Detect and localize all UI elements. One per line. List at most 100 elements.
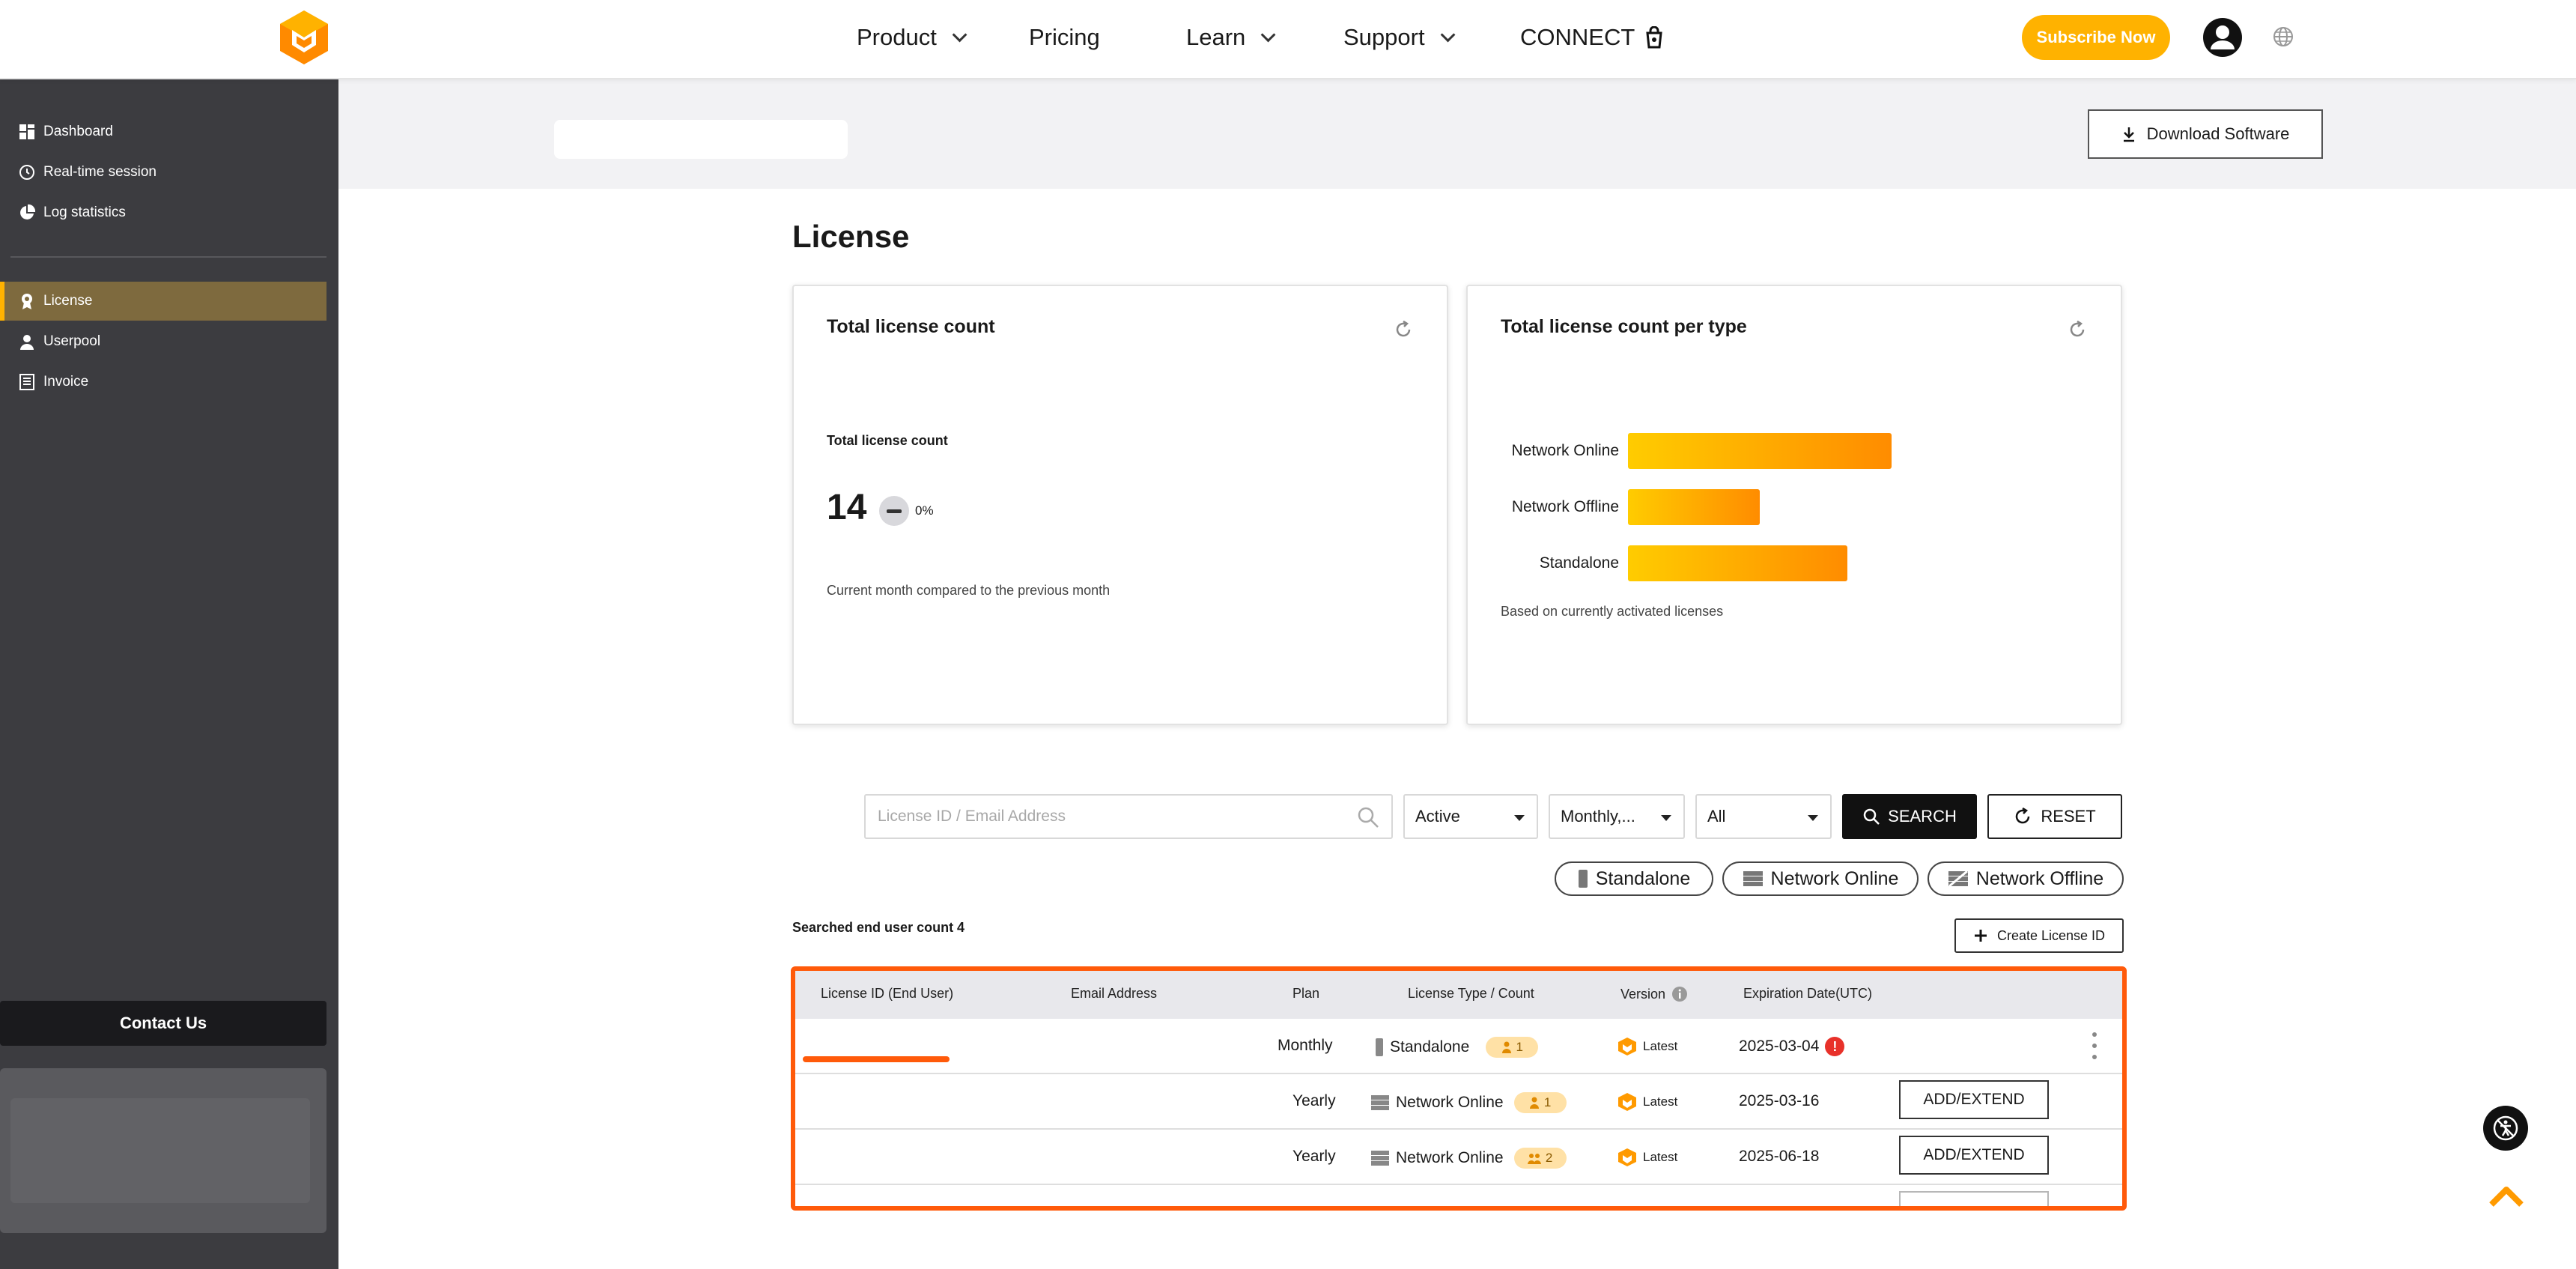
invoice-icon bbox=[19, 374, 34, 390]
cell-expiration: 2025-03-04 ! bbox=[1739, 1037, 1845, 1056]
total-license-label: Total license count bbox=[827, 433, 948, 448]
single-user-icon bbox=[1529, 1097, 1539, 1109]
cell-license-type: Standalone 1 bbox=[1375, 1037, 1539, 1058]
column-email[interactable]: Email Address bbox=[1071, 986, 1157, 1002]
sidebar-item-invoice[interactable]: Invoice bbox=[0, 363, 326, 402]
license-icon bbox=[22, 294, 32, 309]
create-license-button[interactable]: Create License ID bbox=[1954, 918, 2124, 953]
scroll-to-top-button[interactable] bbox=[2480, 1170, 2533, 1223]
add-extend-button[interactable]: ADD/EXTEND bbox=[1899, 1136, 2049, 1175]
add-extend-button-clipped bbox=[1899, 1191, 2049, 1206]
caret-down-icon bbox=[1808, 815, 1818, 821]
sidebar-item-dashboard[interactable]: Dashboard bbox=[0, 112, 326, 151]
refresh-icon[interactable] bbox=[1393, 319, 1414, 340]
search-icon[interactable] bbox=[1357, 806, 1379, 829]
column-license-type[interactable]: License Type / Count bbox=[1408, 986, 1534, 1002]
card-title: Total license count bbox=[827, 316, 995, 337]
more-options-icon[interactable] bbox=[2091, 1032, 2098, 1059]
redacted-license-id bbox=[803, 1056, 950, 1062]
add-extend-button[interactable]: ADD/EXTEND bbox=[1899, 1080, 2049, 1119]
reset-button[interactable]: RESET bbox=[1987, 794, 2122, 839]
reset-icon bbox=[2016, 808, 2030, 824]
result-count: Searched end user count 4 bbox=[792, 920, 965, 935]
plus-icon bbox=[1974, 930, 1987, 942]
server-icon bbox=[1371, 1095, 1389, 1110]
plan-select[interactable]: Monthly,... bbox=[1549, 794, 1685, 839]
table-header: License ID (End User) Email Address Plan… bbox=[795, 971, 2122, 1019]
bar-row: Standalone bbox=[1501, 545, 1847, 581]
chevron-up-icon bbox=[2489, 1187, 2524, 1207]
sidebar-promo-inner bbox=[10, 1098, 310, 1203]
total-license-card: Total license count Total license count … bbox=[792, 285, 1448, 725]
change-percent: 0% bbox=[915, 503, 934, 518]
server-icon bbox=[1743, 871, 1763, 886]
chip-standalone[interactable]: Standalone bbox=[1555, 861, 1713, 896]
column-expiration[interactable]: Expiration Date(UTC) bbox=[1743, 986, 1872, 1002]
page-title: License bbox=[792, 219, 910, 254]
sidebar-item-log-statistics[interactable]: Log statistics bbox=[0, 193, 326, 232]
globe-icon[interactable] bbox=[2272, 25, 2294, 48]
comparison-note: Current month compared to the previous m… bbox=[827, 583, 1111, 598]
pie-chart-icon bbox=[20, 204, 36, 219]
no-change-icon bbox=[879, 496, 909, 526]
table-row[interactable]: Yearly Network Online 2 Latest 2025-06-1… bbox=[795, 1130, 2122, 1185]
bar-label: Standalone bbox=[1539, 554, 1619, 572]
nav-learn[interactable]: Learn bbox=[1186, 22, 1276, 52]
nav-connect[interactable]: CONNECT bbox=[1520, 22, 1665, 52]
bar-label: Network Offline bbox=[1511, 498, 1619, 515]
seat-count-badge: 2 bbox=[1513, 1148, 1567, 1169]
standalone-icon bbox=[1578, 870, 1588, 888]
chevron-down-icon bbox=[1440, 27, 1456, 43]
column-version[interactable]: Version bbox=[1620, 986, 1688, 1002]
cell-plan: Monthly bbox=[1278, 1037, 1333, 1054]
status-select[interactable]: Active bbox=[1403, 794, 1538, 839]
accessibility-icon bbox=[2493, 1115, 2518, 1141]
download-software-button[interactable]: Download Software bbox=[2088, 109, 2323, 159]
sidebar-item-license[interactable]: License bbox=[0, 282, 326, 321]
type-select[interactable]: All bbox=[1695, 794, 1832, 839]
info-icon[interactable] bbox=[1671, 986, 1688, 1002]
accessibility-button[interactable] bbox=[2483, 1106, 2528, 1151]
sidebar-item-real-time-session[interactable]: Real-time session bbox=[0, 153, 326, 192]
license-search-input[interactable]: License ID / Email Address bbox=[864, 794, 1393, 839]
expiring-alert-icon: ! bbox=[1825, 1037, 1845, 1056]
nav-support[interactable]: Support bbox=[1343, 22, 1456, 52]
single-user-icon bbox=[1501, 1041, 1511, 1053]
cell-plan: Yearly bbox=[1292, 1148, 1336, 1165]
search-button[interactable]: SEARCH bbox=[1842, 794, 1977, 839]
clock-icon bbox=[19, 165, 34, 180]
bar-mark[interactable] bbox=[1628, 433, 1892, 469]
table-row-clipped bbox=[795, 1185, 2122, 1206]
dashboard-icon bbox=[19, 124, 34, 139]
search-icon bbox=[1863, 808, 1880, 825]
shopping-bag-icon bbox=[1646, 26, 1662, 49]
column-plan[interactable]: Plan bbox=[1292, 986, 1319, 1002]
multi-user-icon bbox=[1527, 1154, 1541, 1164]
brand-logo-icon[interactable] bbox=[274, 7, 334, 67]
brand-cube-icon bbox=[1618, 1093, 1636, 1111]
seat-count-badge: 1 bbox=[1486, 1037, 1539, 1058]
chip-network-offline[interactable]: Network Offline bbox=[1928, 861, 2124, 896]
nav-product[interactable]: Product bbox=[857, 22, 967, 52]
sidebar-item-userpool[interactable]: Userpool bbox=[0, 322, 326, 361]
bar-mark[interactable] bbox=[1628, 489, 1760, 525]
top-navigation: Product Pricing Learn Support CONNECT Su… bbox=[0, 0, 2576, 79]
total-license-value: 14 bbox=[827, 488, 867, 527]
nav-pricing[interactable]: Pricing bbox=[1029, 22, 1100, 52]
cell-license-type: Network Online 2 bbox=[1370, 1148, 1567, 1169]
refresh-icon[interactable] bbox=[2067, 319, 2088, 340]
standalone-icon bbox=[1376, 1038, 1383, 1056]
cell-version: Latest bbox=[1617, 1037, 1677, 1056]
bar-row: Network Online bbox=[1501, 433, 1892, 469]
subscribe-button[interactable]: Subscribe Now bbox=[2022, 15, 2170, 60]
bar-label: Network Online bbox=[1511, 442, 1619, 459]
account-icon[interactable] bbox=[2202, 16, 2244, 58]
contact-us-button[interactable]: Contact Us bbox=[0, 1001, 326, 1046]
column-license-id[interactable]: License ID (End User) bbox=[821, 986, 953, 1002]
brand-cube-icon bbox=[1618, 1148, 1636, 1166]
table-row[interactable]: Yearly Network Online 1 Latest 2025-03-1… bbox=[795, 1074, 2122, 1130]
cell-plan: Yearly bbox=[1292, 1092, 1336, 1109]
bar-mark[interactable] bbox=[1628, 545, 1847, 581]
table-row[interactable]: Monthly Standalone 1 Latest 2025-03-04 ! bbox=[795, 1019, 2122, 1074]
chip-network-online[interactable]: Network Online bbox=[1722, 861, 1919, 896]
